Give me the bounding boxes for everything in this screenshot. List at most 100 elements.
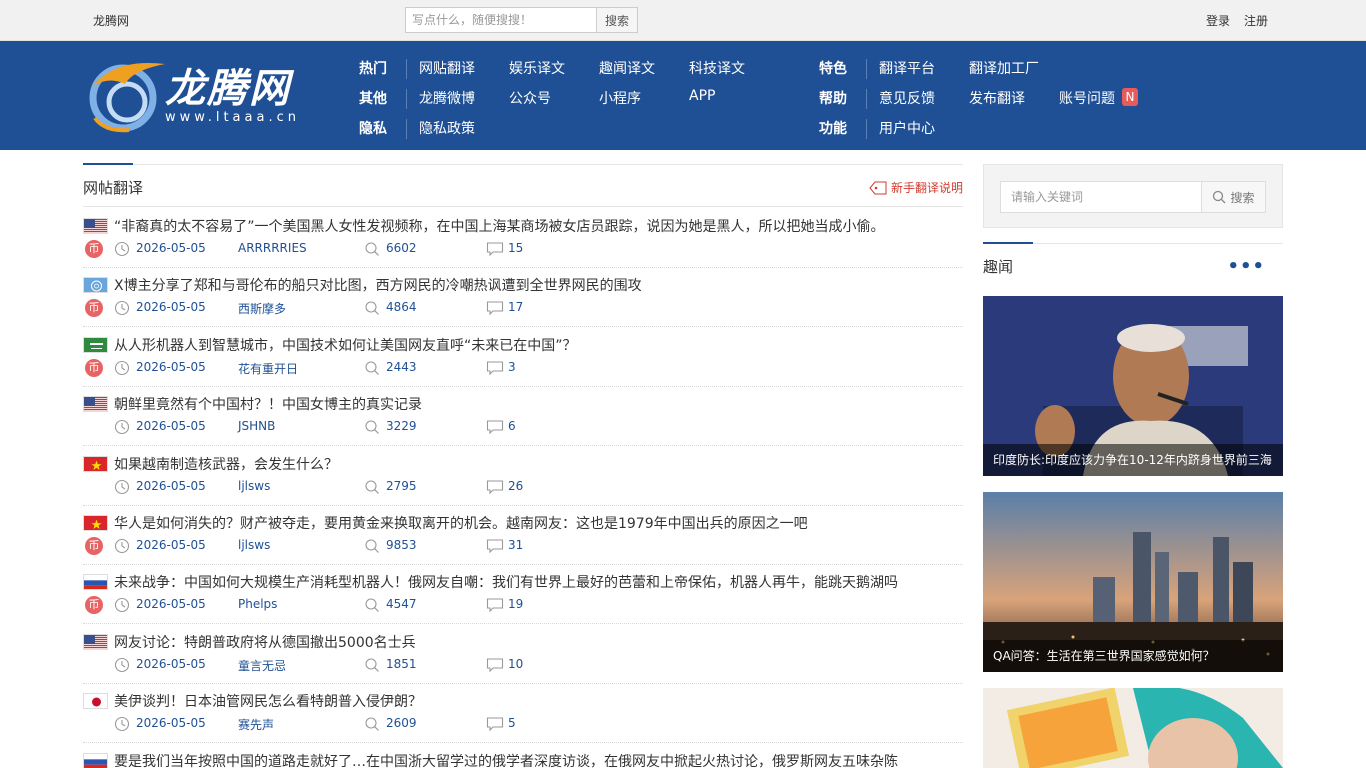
post-row: 未来战争：中国如何大规模生产消耗型机器人！俄网友自嘲：我们有世界上最好的芭蕾和上… bbox=[83, 564, 963, 624]
post-views: 9853 bbox=[386, 538, 417, 552]
forum-translation-section-header: 网帖翻译 新手翻译说明 bbox=[83, 163, 963, 207]
post-author-link[interactable]: ARRRRRIES bbox=[238, 241, 307, 255]
post-author-link[interactable]: 花有重开日 bbox=[238, 360, 298, 377]
logo-text: 龙腾网 bbox=[165, 65, 291, 112]
news-card[interactable]: QA问答：生活在第三世界国家感觉如何？ bbox=[983, 492, 1283, 672]
search-icon bbox=[1213, 190, 1226, 204]
nav-item-feedback[interactable]: 意见反馈 bbox=[879, 88, 935, 108]
post-date: 2026-05-05 bbox=[136, 419, 206, 433]
comment-icon bbox=[486, 479, 504, 498]
site-logo[interactable]: 龙腾网 www.ltaaa.cn bbox=[85, 56, 335, 136]
post-author-link[interactable]: ljlsws bbox=[238, 479, 270, 493]
nav-divider bbox=[406, 119, 407, 139]
nav-item-official-account[interactable]: 公众号 bbox=[509, 88, 551, 108]
view-count-icon bbox=[364, 241, 380, 260]
sidebar-search: 搜索 bbox=[983, 164, 1283, 228]
nav-item-translation-factory[interactable]: 翻译加工厂 bbox=[969, 58, 1039, 78]
post-title-link[interactable]: 朝鲜里竟然有个中国村？！中国女博主的真实记录 bbox=[114, 394, 422, 414]
view-count-icon bbox=[364, 657, 380, 676]
post-title-link[interactable]: 未来战争：中国如何大规模生产消耗型机器人！俄网友自嘲：我们有世界上最好的芭蕾和上… bbox=[114, 572, 898, 592]
post-meta: 币 2026-05-05 ljlsws 9853 31 bbox=[83, 537, 963, 555]
post-meta: 2026-05-05 JSHNB 3229 6 bbox=[83, 418, 963, 436]
post-views: 4547 bbox=[386, 597, 417, 611]
news-card[interactable]: 印度防长:印度应该力争在10-12年内跻身世界前三海 bbox=[983, 296, 1283, 476]
post-comments: 15 bbox=[508, 241, 524, 255]
more-icon[interactable]: ••• bbox=[1227, 256, 1265, 277]
top-search-button[interactable]: 搜索 bbox=[596, 8, 637, 32]
post-title-link[interactable]: 从人形机器人到智慧城市，中国技术如何让美国网友直呼“未来已在中国”？ bbox=[114, 335, 577, 355]
nav-item-mini-program[interactable]: 小程序 bbox=[599, 88, 641, 108]
post-author-link[interactable]: JSHNB bbox=[238, 419, 275, 433]
sidebar-search-button[interactable]: 搜索 bbox=[1202, 181, 1266, 213]
nav-head-privacy: 隐私 bbox=[359, 121, 387, 137]
post-author-link[interactable]: Phelps bbox=[238, 597, 277, 611]
logo-swirl-icon bbox=[89, 62, 165, 133]
nav-item-privacy-policy[interactable]: 隐私政策 bbox=[419, 118, 475, 138]
post-title-link[interactable]: 美伊谈判！日本油管网民怎么看特朗普入侵伊朗？ bbox=[114, 691, 422, 711]
nav-item-publish-translation[interactable]: 发布翻译 bbox=[969, 88, 1025, 108]
section-title: 网帖翻译 bbox=[83, 179, 144, 197]
post-row: “非裔真的太不容易了”一个美国黑人女性发视频称，在中国上海某商场被女店员跟踪，说… bbox=[83, 208, 963, 268]
nav-item-app[interactable]: APP bbox=[689, 88, 715, 104]
post-row: 朝鲜里竟然有个中国村？！中国女博主的真实记录 2026-05-05 JSHNB 322… bbox=[83, 386, 963, 446]
nav-item-entertainment[interactable]: 娱乐译文 bbox=[509, 58, 565, 78]
nav-item-forum-translation[interactable]: 网贴翻译 bbox=[419, 58, 475, 78]
nav-item-weibo[interactable]: 龙腾微博 bbox=[419, 88, 475, 108]
view-count-icon bbox=[364, 479, 380, 498]
post-title-link[interactable]: X博主分享了郑和与哥伦布的船只对比图，西方网民的冷嘲热讽遭到全世界网民的围攻 bbox=[114, 275, 642, 295]
post-author-link[interactable]: 西斯摩多 bbox=[238, 300, 286, 317]
nav-item-account-issues[interactable]: 账号问题 bbox=[1059, 88, 1115, 108]
clock-icon bbox=[114, 716, 130, 735]
nav-item-tech[interactable]: 科技译文 bbox=[689, 58, 745, 78]
top-search-input[interactable] bbox=[406, 8, 596, 32]
beginner-guide-link[interactable]: 新手翻译说明 bbox=[869, 179, 963, 196]
top-bar: 龙腾网 搜索 登录 注册 bbox=[0, 0, 1366, 41]
post-title-link[interactable]: 如果越南制造核武器，会发生什么？ bbox=[114, 454, 338, 474]
country-flag-icon bbox=[83, 337, 108, 353]
post-author-link[interactable]: 童言无忌 bbox=[238, 657, 286, 674]
sidebar-search-input[interactable] bbox=[1000, 181, 1202, 213]
post-title-link[interactable]: “非裔真的太不容易了”一个美国黑人女性发视频称，在中国上海某商场被女店员跟踪，说… bbox=[114, 216, 885, 236]
clock-icon bbox=[114, 479, 130, 498]
comment-icon bbox=[486, 657, 504, 676]
post-title-link[interactable]: 网友讨论：特朗普政府将从德国撤出5000名士兵 bbox=[114, 632, 416, 652]
login-link[interactable]: 登录 bbox=[1206, 12, 1230, 29]
clock-icon bbox=[114, 538, 130, 557]
clock-icon bbox=[114, 241, 130, 260]
post-author-link[interactable]: ljlsws bbox=[238, 538, 270, 552]
post-comments: 19 bbox=[508, 597, 524, 611]
comment-icon bbox=[486, 597, 504, 616]
view-count-icon bbox=[364, 419, 380, 438]
post-row: 网友讨论：特朗普政府将从德国撤出5000名士兵 2026-05-05 童言无忌 185… bbox=[83, 624, 963, 684]
nav-item-translation-platform[interactable]: 翻译平台 bbox=[879, 58, 935, 78]
post-views: 2443 bbox=[386, 360, 417, 374]
post-title-link[interactable]: 要是我们当年按照中国的道路走就好了…在中国浙大留学过的俄学者深度访谈，在俄网友中… bbox=[114, 751, 898, 768]
section-accent bbox=[983, 242, 1033, 244]
post-views: 2609 bbox=[386, 716, 417, 730]
nav-item-user-center[interactable]: 用户中心 bbox=[879, 118, 935, 138]
post-title-link[interactable]: 华人是如何消失的？财产被夺走，要用黄金来换取离开的机会。越南网友：这也是1979… bbox=[114, 513, 808, 533]
post-comments: 3 bbox=[508, 360, 516, 374]
comment-icon bbox=[486, 241, 504, 260]
post-date: 2026-05-05 bbox=[136, 538, 206, 552]
post-author-link[interactable]: 赛先声 bbox=[238, 716, 274, 733]
clock-icon bbox=[114, 597, 130, 616]
logo-url: www.ltaaa.cn bbox=[165, 110, 300, 125]
post-row: 华人是如何消失的？财产被夺走，要用黄金来换取离开的机会。越南网友：这也是1979… bbox=[83, 505, 963, 565]
post-comments: 5 bbox=[508, 716, 516, 730]
nav-item-fun[interactable]: 趣闻译文 bbox=[599, 58, 655, 78]
nav-head-help: 帮助 bbox=[819, 91, 847, 107]
news-card[interactable] bbox=[983, 688, 1283, 768]
register-link[interactable]: 注册 bbox=[1244, 12, 1268, 29]
country-flag-icon bbox=[83, 693, 108, 709]
site-name-link[interactable]: 龙腾网 bbox=[93, 12, 129, 29]
post-views: 1851 bbox=[386, 657, 417, 671]
country-flag-icon bbox=[83, 753, 108, 768]
nav-head-featured: 特色 bbox=[819, 61, 847, 77]
nav-head-functions: 功能 bbox=[819, 121, 847, 137]
top-search: 搜索 bbox=[405, 7, 638, 33]
country-flag-icon bbox=[83, 634, 108, 650]
news-card-caption: 印度防长:印度应该力争在10-12年内跻身世界前三海 bbox=[983, 444, 1283, 476]
post-meta: 2026-05-05 赛先声 2609 5 bbox=[83, 715, 963, 733]
main-nav: 龙腾网 www.ltaaa.cn 热门 网贴翻译 娱乐译文 趣闻译文 科技译文 … bbox=[0, 41, 1366, 150]
